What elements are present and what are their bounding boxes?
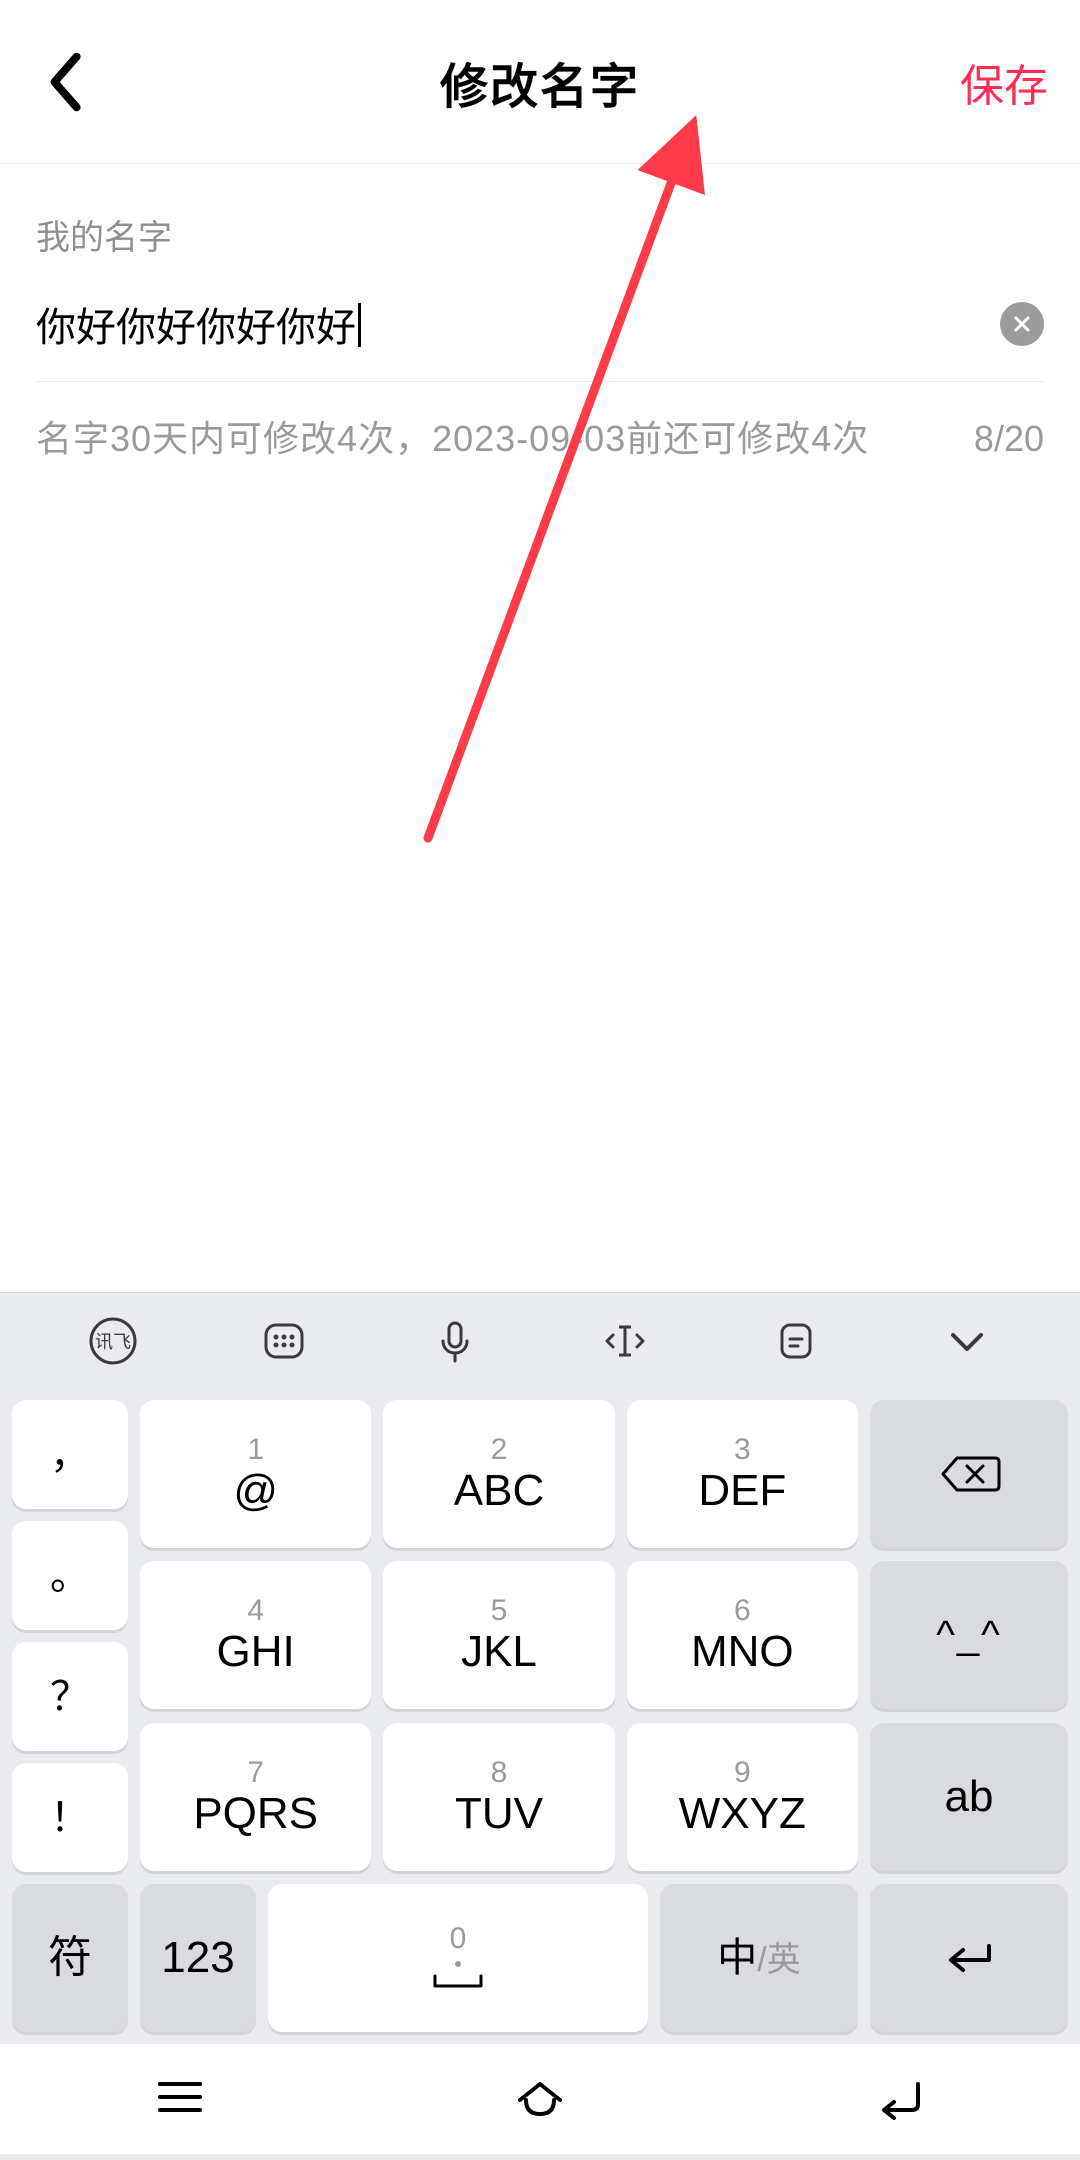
key-enter[interactable] [870, 1884, 1068, 2032]
key-space[interactable]: 0 [268, 1884, 648, 2032]
key-4[interactable]: 4GHI [140, 1561, 371, 1709]
key-exclaim[interactable]: ！ [12, 1763, 128, 1872]
key-ab[interactable]: ab [870, 1723, 1068, 1871]
clipboard-icon[interactable] [768, 1313, 824, 1369]
punct-column: ， 。 ？ ！ [12, 1400, 128, 1872]
system-navbar [0, 2044, 1080, 2154]
header-bar: 修改名字 保存 [0, 0, 1080, 164]
key-question[interactable]: ？ [12, 1642, 128, 1751]
save-button[interactable]: 保存 [960, 0, 1048, 163]
keyboard-grid: ， 。 ？ ！ 1@ 2ABC 3DEF 4GHI 5JKL 6MNO ^_^ … [0, 1388, 1080, 1884]
nav-recents[interactable] [150, 2074, 210, 2125]
keypad-icon[interactable] [256, 1313, 312, 1369]
key-5[interactable]: 5JKL [383, 1561, 614, 1709]
name-input-row: 你好你好你好你好 [36, 295, 1044, 382]
keyboard-toolbar: 讯飞 [0, 1292, 1080, 1388]
key-numeric[interactable]: 123 [140, 1884, 256, 2032]
keyboard-row4: 符 123 0 中/英 [0, 1884, 1080, 2044]
field-label: 我的名字 [36, 210, 1044, 259]
backspace-icon [937, 1452, 1001, 1496]
key-9[interactable]: 9WXYZ [627, 1723, 858, 1871]
nav-home[interactable] [510, 2074, 570, 2125]
enter-icon [939, 1938, 999, 1978]
name-input[interactable]: 你好你好你好你好 [36, 295, 1000, 353]
key-period[interactable]: 。 [12, 1521, 128, 1630]
svg-text:讯飞: 讯飞 [95, 1332, 131, 1352]
back-button[interactable] [24, 0, 104, 163]
key-3[interactable]: 3DEF [627, 1400, 858, 1548]
mic-icon[interactable] [427, 1313, 483, 1369]
char-counter: 8/20 [974, 418, 1044, 460]
key-1[interactable]: 1@ [140, 1400, 371, 1548]
key-6[interactable]: 6MNO [627, 1561, 858, 1709]
name-input-value: 你好你好你好你好 [36, 306, 356, 350]
hint-text: 名字30天内可修改4次，2023-09-03前还可修改4次 [36, 410, 869, 462]
key-8[interactable]: 8TUV [383, 1723, 614, 1871]
text-cursor [358, 303, 361, 347]
clear-button[interactable] [1000, 302, 1044, 346]
hint-row: 名字30天内可修改4次，2023-09-03前还可修改4次 8/20 [36, 410, 1044, 462]
space-icon [423, 1958, 493, 1992]
nav-back[interactable] [870, 2074, 930, 2125]
cursor-move-icon[interactable] [597, 1313, 653, 1369]
key-comma[interactable]: ， [12, 1400, 128, 1509]
back-icon [870, 2074, 930, 2120]
home-icon [510, 2074, 570, 2120]
chevron-left-icon [45, 50, 83, 114]
name-form: 我的名字 你好你好你好你好 名字30天内可修改4次，2023-09-03前还可修… [0, 164, 1080, 462]
ime-logo-icon[interactable]: 讯飞 [85, 1313, 141, 1369]
close-icon [1012, 314, 1032, 334]
page-title: 修改名字 [440, 47, 640, 117]
collapse-icon[interactable] [939, 1313, 995, 1369]
key-2[interactable]: 2ABC [383, 1400, 614, 1548]
key-backspace[interactable] [870, 1400, 1068, 1548]
key-7[interactable]: 7PQRS [140, 1723, 371, 1871]
ime-keyboard: 讯飞 ， 。 ？ ！ 1@ 2ABC 3DEF [0, 1292, 1080, 2160]
key-emoji[interactable]: ^_^ [870, 1561, 1068, 1709]
menu-icon [150, 2074, 210, 2120]
key-language[interactable]: 中/英 [660, 1884, 858, 2032]
key-symbol[interactable]: 符 [12, 1884, 128, 2032]
